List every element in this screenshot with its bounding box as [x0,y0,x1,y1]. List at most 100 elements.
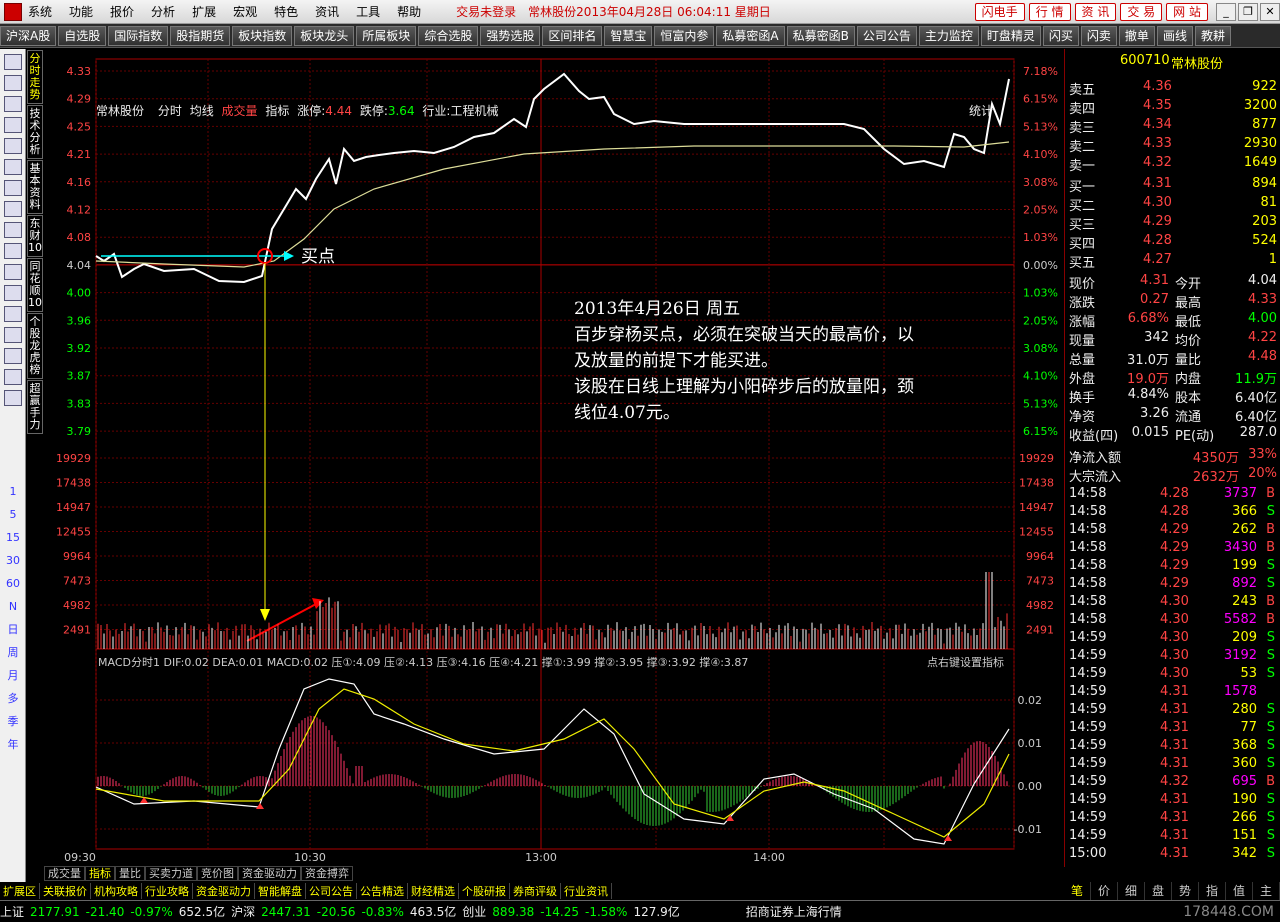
sell-level-price[interactable]: 4.35 [1143,98,1172,113]
indicator-label[interactable]: 指标 [265,104,289,118]
index-name[interactable]: 沪深 [231,903,255,920]
period-5[interactable]: N [0,595,26,618]
sell-level-price[interactable]: 4.32 [1143,155,1172,170]
tab-technical[interactable]: 技术分析 [27,105,43,159]
search-icon[interactable] [3,264,22,280]
menu-analysis[interactable]: 分析 [151,3,175,20]
restore-icon[interactable]: ❐ [1238,2,1258,21]
period-11[interactable]: 年 [0,733,26,756]
document-icon[interactable] [3,180,22,196]
line-chart-icon[interactable] [3,96,22,112]
flash-trade-button[interactable]: 闪电手 [974,2,1025,21]
detail-tab-0[interactable]: 笔 [1064,882,1091,900]
period-3[interactable]: 30 [0,549,26,572]
detail-tab-2[interactable]: 细 [1118,882,1145,900]
toolbar-button-9[interactable]: 区间排名 [542,25,603,46]
indicator-tab-6[interactable]: 资金搏弈 [301,866,353,881]
menu-extend[interactable]: 扩展 [192,3,216,20]
tab-eastmoney[interactable]: 东财10 [27,215,43,257]
toolbar-button-20[interactable]: 画线 [1156,25,1193,46]
buy-level-price[interactable]: 4.30 [1143,195,1172,210]
grid-icon[interactable] [3,75,22,91]
toolbar-button-14[interactable]: 公司公告 [856,25,917,46]
menu-quote[interactable]: 报价 [110,3,134,20]
f12-icon[interactable] [3,222,22,238]
toolbar-button-7[interactable]: 综合选股 [418,25,479,46]
toolbar-button-0[interactable]: 沪深A股 [0,25,57,46]
index-name[interactable]: 创业 [462,903,486,920]
toolbar-button-10[interactable]: 智慧宝 [604,25,653,46]
period-6[interactable]: 日 [0,618,26,641]
toolbar-button-13[interactable]: 私募密函B [786,25,855,46]
menu-system[interactable]: 系统 [28,3,52,20]
indicator-tab-2[interactable]: 量比 [115,866,145,881]
sell-level-price[interactable]: 4.33 [1143,136,1172,151]
tab-tonghuashun[interactable]: 同花顺10 [27,258,43,312]
function-tab-7[interactable]: 公告精选 [357,883,408,899]
toolbar-button-4[interactable]: 板块指数 [232,25,293,46]
toolbar-button-8[interactable]: 强势选股 [480,25,541,46]
toolbar-button-15[interactable]: 主力监控 [918,25,979,46]
industry-label[interactable]: 行业:工程机械 [422,104,498,118]
detail-tab-3[interactable]: 盘 [1145,882,1172,900]
buy-level-price[interactable]: 4.31 [1143,176,1172,191]
detail-tab-1[interactable]: 价 [1091,882,1118,900]
indicator-tab-0[interactable]: 成交量 [44,866,85,881]
toolbar-button-18[interactable]: 闪卖 [1080,25,1117,46]
menu-macro[interactable]: 宏观 [233,3,257,20]
monitor-icon[interactable] [3,306,22,322]
tab-fundamentals[interactable]: 基本资料 [27,160,43,214]
toolbar-button-12[interactable]: 私募密函A [716,25,785,46]
function-tab-10[interactable]: 券商评级 [510,883,561,899]
market-button[interactable]: 行 情 [1028,2,1071,21]
index-name[interactable]: 上证 [0,903,24,920]
indicator-tab-3[interactable]: 买卖力道 [145,866,197,881]
toolbar-button-11[interactable]: 恒富内参 [654,25,715,46]
function-tab-11[interactable]: 行业资讯 [561,883,612,899]
f5-icon[interactable] [3,390,22,406]
buy-level-price[interactable]: 4.28 [1143,233,1172,248]
trade-button[interactable]: 交 易 [1120,2,1163,21]
toolbar-button-5[interactable]: 板块龙头 [294,25,355,46]
candlestick-icon[interactable] [3,117,22,133]
app-logo-icon[interactable] [4,2,22,21]
toolbar-button-1[interactable]: 自选股 [58,25,107,46]
buy-level-price[interactable]: 4.27 [1143,252,1172,267]
toolbar-button-17[interactable]: 闪买 [1042,25,1079,46]
toolbar-button-16[interactable]: 盯盘精灵 [980,25,1041,46]
tab-super-win[interactable]: 超赢手力 [27,380,43,434]
function-tab-4[interactable]: 资金驱动力 [193,883,255,899]
period-10[interactable]: 季 [0,710,26,733]
intraday-chart[interactable]: 4.33 7.18% 4.29 6.15% 4.25 5.13% 4.21 4.10% 4.16… [44,49,1062,897]
menu-tools[interactable]: 工具 [356,3,380,20]
period-8[interactable]: 月 [0,664,26,687]
news-icon[interactable] [3,201,22,217]
menu-function[interactable]: 功能 [69,3,93,20]
avg-line-label[interactable]: 均线 [190,104,214,118]
function-tab-2[interactable]: 机构攻略 [91,883,142,899]
indicator-tab-4[interactable]: 竞价图 [197,866,238,881]
function-tab-9[interactable]: 个股研报 [459,883,510,899]
table-icon[interactable] [3,285,22,301]
period-1[interactable]: 5 [0,503,26,526]
tab-intraday[interactable]: 分时走势 [27,50,43,104]
function-tab-6[interactable]: 公司公告 [306,883,357,899]
website-button[interactable]: 网 站 [1166,2,1208,21]
tab-dragon-tiger[interactable]: 个股龙虎榜 [27,313,43,379]
quote-list-icon[interactable] [3,54,22,70]
f10-icon[interactable] [3,159,22,175]
toolbar-button-3[interactable]: 股指期货 [170,25,231,46]
minimize-icon[interactable]: _ [1216,2,1236,21]
function-tab-5[interactable]: 智能解盘 [255,883,306,899]
toolbar-button-21[interactable]: 教耕 [1194,25,1231,46]
close-icon[interactable]: ✕ [1260,2,1280,21]
function-tab-1[interactable]: 关联报价 [40,883,91,899]
volume-label[interactable]: 成交量 [222,104,258,118]
toolbar-button-2[interactable]: 国际指数 [108,25,169,46]
sell-level-price[interactable]: 4.34 [1143,117,1172,132]
period-0[interactable]: 1 [0,480,26,503]
stat-button[interactable]: 统计 [969,102,993,119]
pen-icon[interactable] [3,369,22,385]
period-4[interactable]: 60 [0,572,26,595]
period-9[interactable]: 多 [0,687,26,710]
